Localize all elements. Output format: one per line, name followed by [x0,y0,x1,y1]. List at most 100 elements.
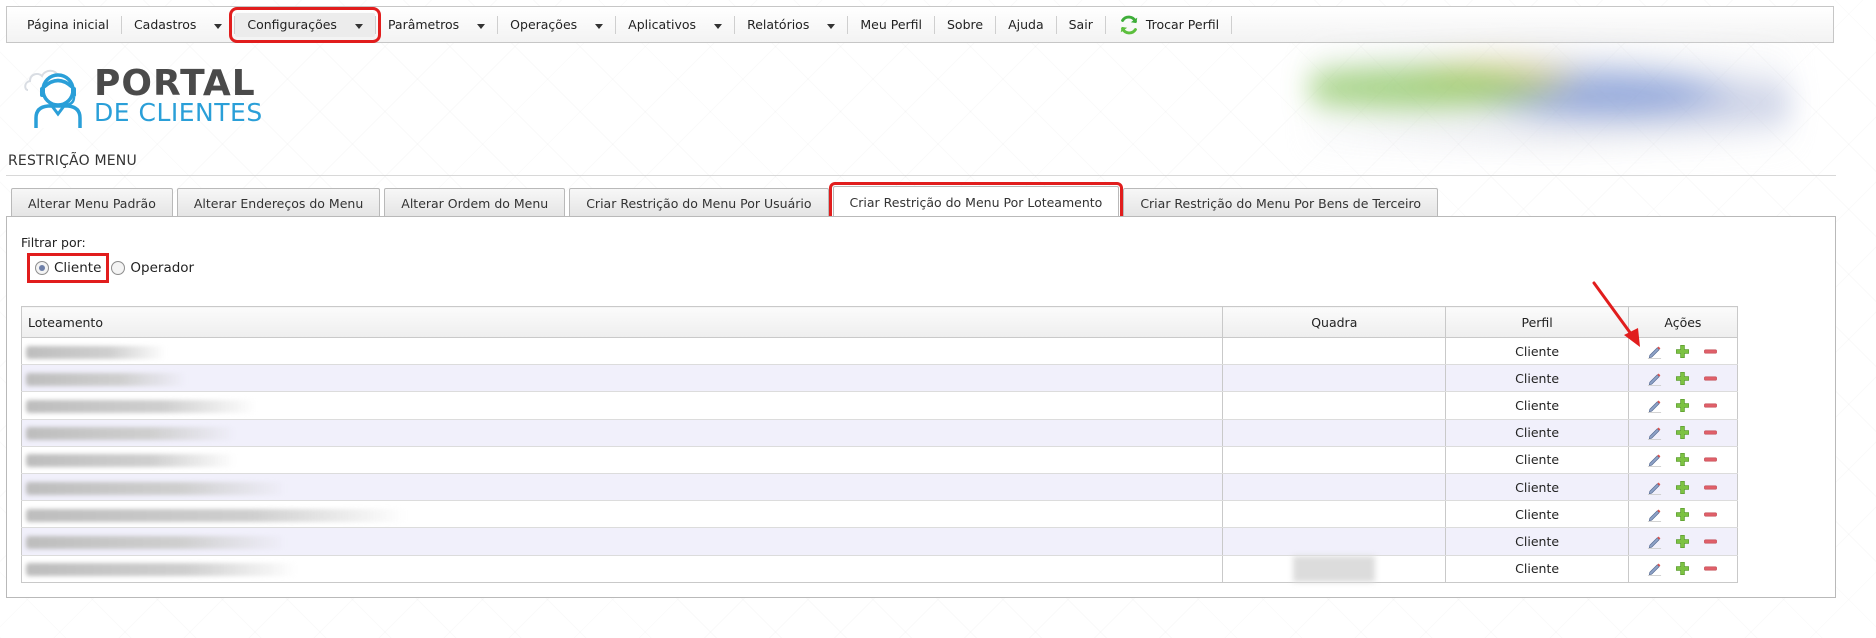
add-icon[interactable] [1675,425,1691,441]
redacted-text [26,563,296,577]
redacted-text [26,372,186,386]
edit-icon[interactable] [1647,425,1663,441]
add-icon[interactable] [1675,533,1691,549]
edit-icon[interactable] [1647,397,1663,413]
edit-icon[interactable] [1647,561,1663,577]
cell-loteamento [20,500,1224,529]
menu-item-pagina-inicial[interactable]: Página inicial [15,13,121,37]
redacted-text [26,399,256,413]
remove-icon[interactable] [1703,506,1719,522]
menu-item-meu-perfil[interactable]: Meu Perfil [848,13,934,37]
remove-icon[interactable] [1703,397,1719,413]
chevron-down-icon [477,24,486,29]
column-header-loteamento[interactable]: Loteamento [20,306,1224,338]
cell-quadra [1222,500,1447,529]
add-icon[interactable] [1675,479,1691,495]
menu-item-configuracoes[interactable]: Configurações [229,6,381,43]
redacted-text [26,535,286,549]
cell-quadra [1222,473,1447,502]
table-row[interactable]: Cliente [20,500,1739,529]
cell-acoes [1627,364,1739,393]
cell-loteamento [20,527,1224,556]
table-row[interactable]: Cliente [20,391,1739,420]
tab-alterar-ordem-menu[interactable]: Alterar Ordem do Menu [384,188,566,217]
cell-acoes [1627,527,1739,556]
cell-loteamento [20,473,1224,502]
cell-acoes [1627,419,1739,447]
top-menu-bar: Página inicial Cadastros Configurações P… [6,6,1834,43]
chevron-down-icon [354,24,363,29]
remove-icon[interactable] [1703,561,1719,577]
tab-alterar-menu-padrao[interactable]: Alterar Menu Padrão [11,188,173,217]
row-actions [1633,397,1733,413]
menu-item-operacoes[interactable]: Operações [498,13,615,37]
tab-restricao-por-bens-terceiro[interactable]: Criar Restrição do Menu Por Bens de Terc… [1123,188,1439,217]
refresh-icon [1120,15,1138,34]
menu-label: Página inicial [27,17,109,32]
menu-label: Sobre [947,17,984,32]
remove-icon[interactable] [1703,370,1719,386]
radio-button-cliente[interactable] [35,261,49,275]
add-icon[interactable] [1675,370,1691,386]
cell-acoes [1627,473,1739,502]
cell-loteamento [20,337,1224,366]
table-row[interactable]: Cliente [20,473,1739,502]
add-icon[interactable] [1675,506,1691,522]
remove-icon[interactable] [1703,479,1719,495]
cell-loteamento [20,391,1224,420]
remove-icon[interactable] [1703,452,1719,468]
cell-quadra [1222,555,1447,583]
table-row[interactable]: Cliente [20,527,1739,556]
add-icon[interactable] [1675,561,1691,577]
edit-icon[interactable] [1647,533,1663,549]
tab-alterar-enderecos-menu[interactable]: Alterar Endereços do Menu [176,188,381,217]
radio-option-cliente[interactable]: Cliente [26,253,110,283]
menu-item-relatorios[interactable]: Relatórios [735,13,847,37]
remove-icon[interactable] [1703,343,1719,359]
remove-icon[interactable] [1703,425,1719,441]
portal-logo[interactable]: PORTAL DE CLIENTES [22,60,263,130]
radio-option-operador[interactable]: Operador [111,260,194,276]
tab-restricao-por-usuario[interactable]: Criar Restrição do Menu Por Usuário [569,188,829,217]
radio-button-operador[interactable] [111,261,126,275]
table-row[interactable]: Cliente [20,337,1739,366]
edit-icon[interactable] [1647,452,1663,468]
edit-icon[interactable] [1647,370,1663,386]
add-icon[interactable] [1675,452,1691,468]
cell-quadra [1222,364,1447,393]
cell-quadra [1222,419,1447,447]
radio-label: Operador [130,260,195,276]
table-row[interactable]: Cliente [20,364,1739,393]
menu-item-ajuda[interactable]: Ajuda [996,13,1056,37]
edit-icon[interactable] [1647,479,1663,495]
menu-item-parametros[interactable]: Parâmetros [376,13,497,37]
remove-icon[interactable] [1703,533,1719,549]
column-header-quadra[interactable]: Quadra [1222,306,1447,338]
cell-loteamento [20,364,1224,393]
edit-icon[interactable] [1647,506,1663,522]
cell-perfil: Cliente [1445,473,1629,502]
filter-label: Filtrar por: [21,235,86,250]
row-actions [1633,479,1733,495]
table-row[interactable]: Cliente [20,446,1739,474]
cell-perfil: Cliente [1445,419,1629,447]
menu-item-sair[interactable]: Sair [1057,13,1105,37]
table-row[interactable]: Cliente [20,555,1739,583]
row-actions [1633,506,1733,522]
chevron-down-icon [714,24,723,29]
cell-loteamento [20,555,1224,583]
add-icon[interactable] [1675,397,1691,413]
chevron-down-icon [214,24,223,29]
add-icon[interactable] [1675,343,1691,359]
cell-acoes [1627,555,1739,583]
radio-label: Cliente [54,260,102,276]
tab-restricao-por-loteamento[interactable]: Criar Restrição do Menu Por Loteamento [828,182,1124,221]
menu-item-sobre[interactable]: Sobre [935,13,995,37]
menu-item-trocar-perfil[interactable]: Trocar Perfil [1106,13,1231,37]
menu-label: Cadastros [133,17,197,32]
redacted-text [26,508,406,522]
menu-item-cadastros[interactable]: Cadastros [122,13,234,37]
menu-item-aplicativos[interactable]: Aplicativos [616,13,734,37]
logo-line-2: DE CLIENTES [94,97,263,127]
table-row[interactable]: Cliente [20,419,1739,447]
